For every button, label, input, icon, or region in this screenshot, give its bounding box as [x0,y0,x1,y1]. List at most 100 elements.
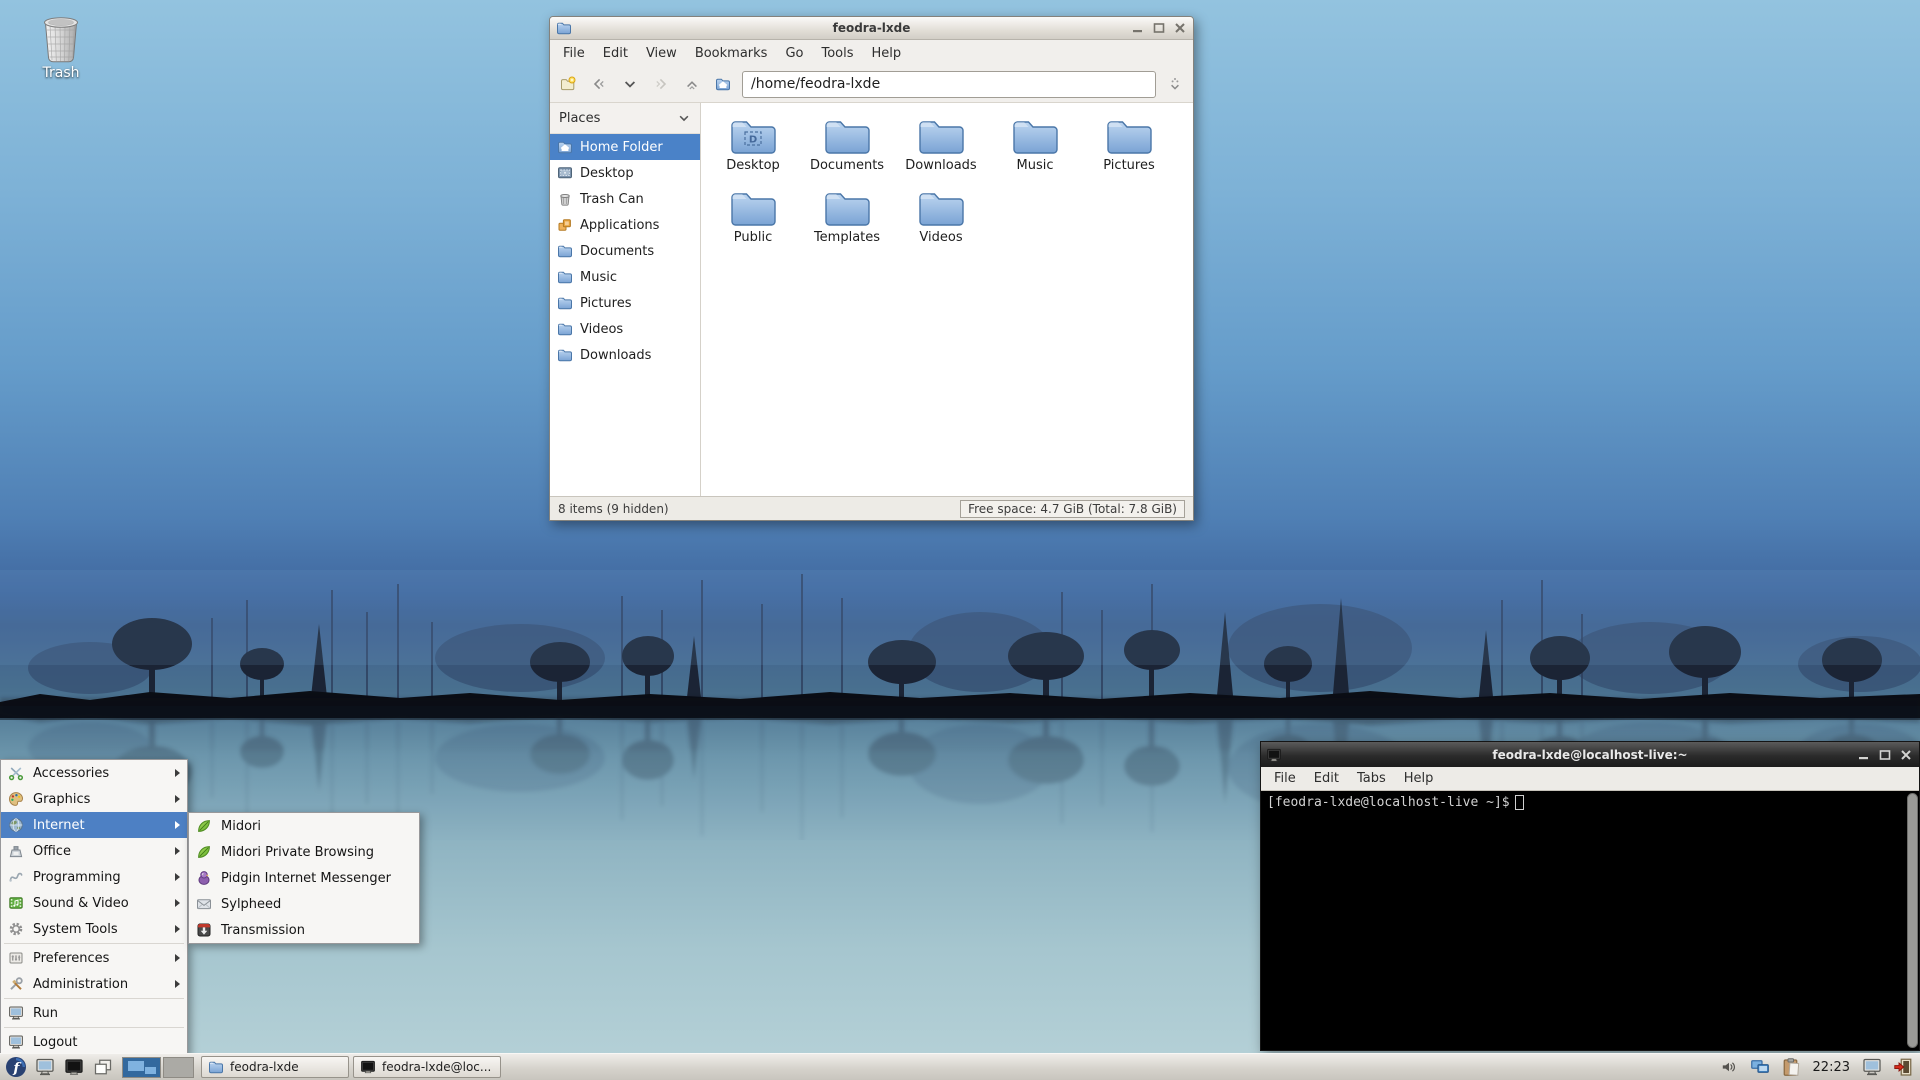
logout-door-icon [1893,1057,1913,1077]
chevron-down-icon [677,111,691,125]
sidebar-item-videos[interactable]: Videos [550,316,700,342]
sidebar-item-applications[interactable]: Applications [550,212,700,238]
free-space-indicator: Free space: 4.7 GiB (Total: 7.8 GiB) [960,499,1185,518]
menu-help[interactable]: Help [863,43,911,64]
folder-icon [823,188,871,228]
launcher-file-manager[interactable] [32,1055,57,1079]
submenu-item-pidgin[interactable]: Pidgin Internet Messenger [189,865,419,891]
window-title: feodra-lxde [832,21,911,35]
home-button[interactable] [711,71,735,97]
maximize-button[interactable] [1877,748,1892,761]
file-manager-titlebar[interactable]: feodra-lxde [550,17,1193,40]
new-tab-button[interactable] [556,71,580,97]
folder-item-templates[interactable]: Templates [800,188,894,260]
logout-button[interactable] [1890,1055,1915,1079]
submenu-item-midori-private[interactable]: Midori Private Browsing [189,839,419,865]
menu-item-preferences[interactable]: Preferences [1,945,187,971]
history-dropdown-button[interactable] [618,71,642,97]
menu-tabs[interactable]: Tabs [1348,769,1395,788]
menu-go[interactable]: Go [776,43,812,64]
minimize-button[interactable] [1130,22,1145,35]
clipboard-tray-icon[interactable] [1779,1055,1804,1079]
close-button[interactable] [1172,22,1187,35]
clipboard-icon [1781,1057,1801,1077]
folder-item-documents[interactable]: Documents [800,116,894,188]
sidebar-item-home-folder[interactable]: Home Folder [550,134,700,160]
submenu-arrow-icon [175,899,180,907]
shell-prompt: [feodra-lxde@localhost-live ~]$ [1267,795,1510,810]
menu-item-internet[interactable]: Internet [1,812,187,838]
menu-help[interactable]: Help [1395,769,1443,788]
menu-edit[interactable]: Edit [1305,769,1348,788]
workspace-pager [122,1056,194,1078]
sidebar-item-documents[interactable]: Documents [550,238,700,264]
folder-item-desktop[interactable]: D Desktop [706,116,800,188]
screensaver-button[interactable] [1859,1055,1884,1079]
terminal-menubar: File Edit Tabs Help [1261,767,1919,791]
menu-view[interactable]: View [637,43,686,64]
menu-bookmarks[interactable]: Bookmarks [686,43,777,64]
places-header[interactable]: Places [550,103,700,134]
submenu-arrow-icon [175,980,180,988]
jump-to-button[interactable] [1163,71,1187,97]
folder-item-videos[interactable]: Videos [894,188,988,260]
submenu-arrow-icon [175,847,180,855]
network-tray-icon[interactable] [1748,1055,1773,1079]
folder-icon [556,20,572,36]
forward-button[interactable] [649,71,673,97]
terminal-output[interactable]: [feodra-lxde@localhost-live ~]$ [1261,791,1919,1050]
clock: 22:23 [1812,1059,1850,1075]
start-menu-button[interactable] [3,1055,28,1079]
sidebar-item-trash-can[interactable]: Trash Can [550,186,700,212]
submenu-item-sylpheed[interactable]: Sylpheed [189,891,419,917]
menu-item-administration[interactable]: Administration [1,971,187,997]
back-button[interactable] [587,71,611,97]
folder-item-downloads[interactable]: Downloads [894,116,988,188]
menu-item-programming[interactable]: Programming [1,864,187,890]
back-icon [591,76,607,92]
menu-item-system-tools[interactable]: System Tools [1,916,187,942]
submenu-arrow-icon [175,873,180,881]
launcher-terminal[interactable] [61,1055,86,1079]
menu-item-run[interactable]: Run [1,1000,187,1026]
menu-tools[interactable]: Tools [812,43,862,64]
iconify-all-windows-button[interactable] [90,1055,115,1079]
task-button-terminal[interactable]: feodra-lxde@loc... [353,1056,501,1078]
terminal-scrollbar[interactable] [1907,793,1918,1048]
task-button-file-manager[interactable]: feodra-lxde [201,1056,349,1078]
sidebar-item-music[interactable]: Music [550,264,700,290]
submenu-item-midori[interactable]: Midori [189,813,419,839]
sidebar-item-pictures[interactable]: Pictures [550,290,700,316]
menu-edit[interactable]: Edit [594,43,637,64]
address-bar[interactable] [742,70,1156,98]
menu-item-sound-video[interactable]: Sound & Video [1,890,187,916]
folder-item-public[interactable]: Public [706,188,800,260]
menu-item-logout[interactable]: Logout [1,1029,187,1055]
up-button[interactable] [680,71,704,97]
volume-tray-icon[interactable] [1717,1055,1742,1079]
file-manager-window: feodra-lxde File Edit View Bookmarks Go … [549,16,1194,521]
submenu-arrow-icon [175,769,180,777]
close-button[interactable] [1898,748,1913,761]
sidebar-item-downloads[interactable]: Downloads [550,342,700,368]
desktop-trash-shortcut[interactable]: Trash [26,12,96,81]
menu-file[interactable]: File [554,43,594,64]
forward-icon [653,76,669,92]
menu-item-office[interactable]: Office [1,838,187,864]
sidebar-item-desktop[interactable]: Desktop [550,160,700,186]
menu-item-accessories[interactable]: Accessories [1,760,187,786]
network-icon [1750,1057,1770,1077]
applications-icon [557,217,573,233]
folder-item-pictures[interactable]: Pictures [1082,116,1176,188]
menu-file[interactable]: File [1265,769,1305,788]
menu-item-graphics[interactable]: Graphics [1,786,187,812]
terminal-titlebar[interactable]: feodra-lxde@localhost-live:~ [1261,742,1919,767]
submenu-item-transmission[interactable]: Transmission [189,917,419,943]
maximize-button[interactable] [1151,22,1166,35]
folder-icon [557,347,573,363]
minimize-button[interactable] [1856,748,1871,761]
workspace-2[interactable] [163,1056,194,1078]
trash-icon [38,12,84,64]
workspace-1[interactable] [122,1056,161,1078]
folder-item-music[interactable]: Music [988,116,1082,188]
